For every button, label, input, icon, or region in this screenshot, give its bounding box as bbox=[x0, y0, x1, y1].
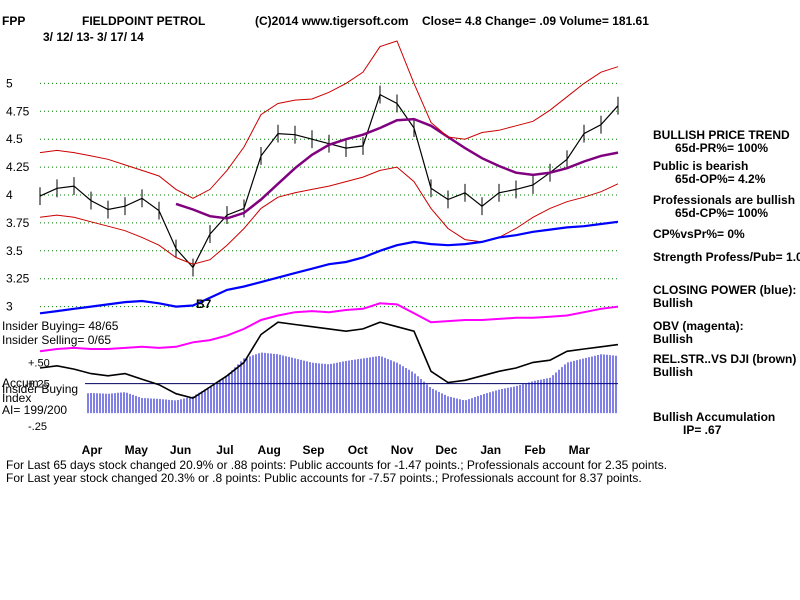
company-name: FIELDPOINT PETROL bbox=[82, 14, 206, 28]
copyright: (C)2014 www.tigersoft.com bbox=[255, 14, 409, 28]
series-price bbox=[39, 93, 619, 269]
signal-b7: B7 bbox=[196, 297, 212, 311]
quote-line: Close= 4.8 Change= .09 Volume= 181.61 bbox=[422, 14, 649, 28]
y-tick-label: 5 bbox=[6, 76, 13, 90]
series-lower_band bbox=[39, 166, 619, 265]
insider-selling-label: Insider Selling= 0/65 bbox=[2, 333, 112, 347]
indicator-value: Bullish bbox=[653, 296, 694, 310]
y-tick-label: 3 bbox=[6, 300, 13, 314]
indicator-1: Public is bearish 65d-OP%= 4.2% bbox=[653, 160, 765, 186]
indicator-value: Bullish bbox=[653, 332, 694, 346]
ai-label: AI= 199/200 bbox=[2, 403, 68, 417]
y-tick-label: 4.75 bbox=[6, 104, 30, 118]
x-tick-label: Jan bbox=[480, 443, 501, 457]
x-tick-label: Sep bbox=[302, 443, 324, 457]
x-tick-label: Nov bbox=[391, 443, 414, 457]
series-closing_power bbox=[39, 220, 619, 315]
indicator-2: Professionals are bullish 65d-CP%= 100% bbox=[653, 194, 795, 220]
series-ma bbox=[175, 117, 619, 220]
indicator-value: 65d-OP%= 4.2% bbox=[675, 172, 766, 186]
indicator-value: Bullish bbox=[653, 365, 694, 379]
insider-buying-label: Insider Buying= 48/65 bbox=[2, 319, 119, 333]
indicator-label: CP%vsPr%= 0% bbox=[653, 227, 745, 241]
y-tick-label: 3.5 bbox=[6, 244, 23, 258]
y-tick-label: 4.5 bbox=[6, 132, 23, 146]
y-tick-label: 3.25 bbox=[6, 272, 30, 286]
indicator-value: 65d-CP%= 100% bbox=[675, 206, 769, 220]
y-tick-label: 4 bbox=[6, 188, 13, 202]
footer-line-1: For Last 65 days stock changed 20.9% or … bbox=[6, 458, 668, 472]
y-tick-label: 4.25 bbox=[6, 160, 30, 174]
ticker: FPP bbox=[2, 14, 26, 28]
x-tick-label: Jul bbox=[216, 443, 233, 457]
indicator-0: BULLISH PRICE TREND 65d-PR%= 100% bbox=[653, 129, 790, 155]
x-tick-label: Dec bbox=[435, 443, 457, 457]
indicator-label: Strength Profess/Pub= 1.0 bbox=[653, 250, 800, 264]
footer-line-2: For Last year stock changed 20.3% or .8 … bbox=[6, 471, 642, 485]
accum-tick-label: -.25 bbox=[28, 421, 47, 433]
y-tick-label: 3.75 bbox=[6, 216, 30, 230]
x-tick-label: Feb bbox=[524, 443, 545, 457]
series-rel_strength bbox=[39, 321, 619, 399]
indicator-7: REL.STR..VS DJI (brown) Bullish bbox=[653, 353, 796, 379]
indicator-4: Strength Profess/Pub= 1.0 bbox=[653, 251, 800, 264]
series-obv bbox=[39, 302, 619, 353]
x-tick-label: Apr bbox=[82, 443, 103, 457]
indicator-5: CLOSING POWER (blue): Bullish bbox=[653, 284, 796, 310]
indicator-3: CP%vsPr%= 0% bbox=[653, 228, 745, 241]
x-tick-label: May bbox=[125, 443, 149, 457]
x-tick-label: Mar bbox=[569, 443, 591, 457]
indicator-8: Bullish Accumulation IP= .67 bbox=[653, 411, 775, 437]
x-tick-label: Oct bbox=[348, 443, 368, 457]
x-tick-label: Aug bbox=[258, 443, 281, 457]
date-range: 3/ 12/ 13- 3/ 17/ 14 bbox=[43, 30, 144, 44]
indicator-value: 65d-PR%= 100% bbox=[675, 141, 769, 155]
x-tick-label: Jun bbox=[170, 443, 191, 457]
indicator-6: OBV (magenta): Bullish bbox=[653, 320, 744, 346]
indicator-value: IP= .67 bbox=[683, 423, 722, 437]
